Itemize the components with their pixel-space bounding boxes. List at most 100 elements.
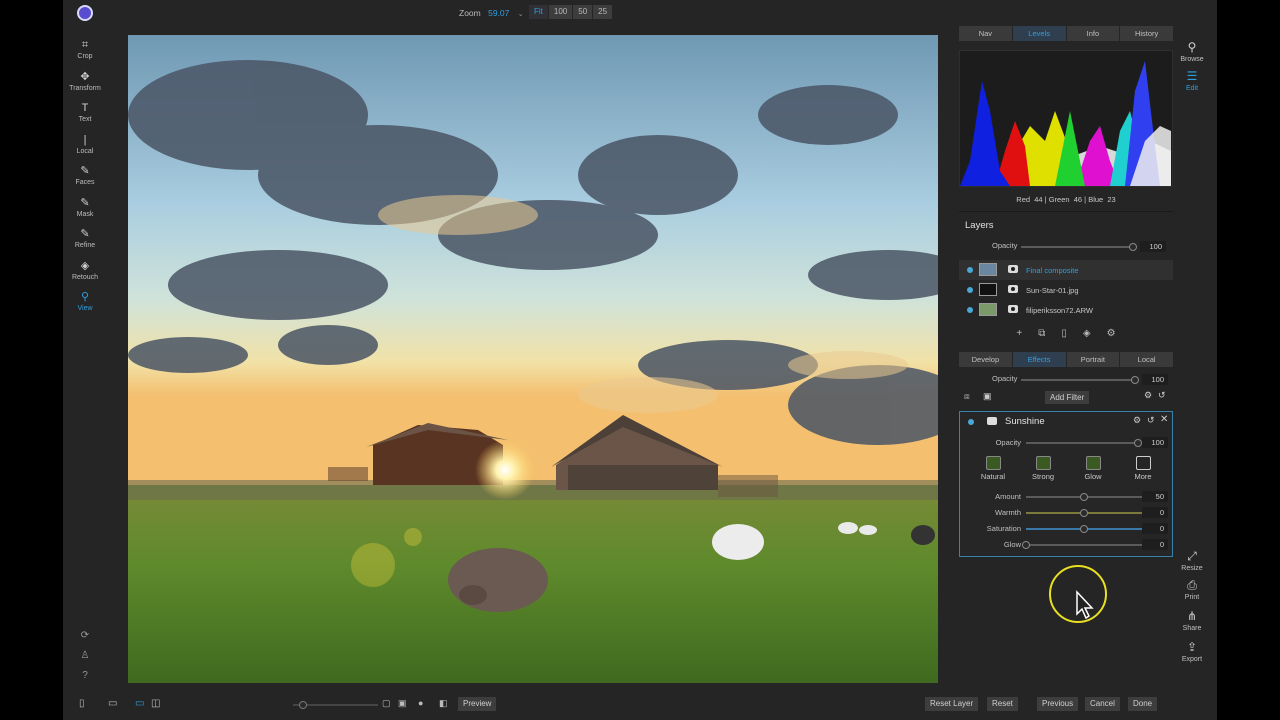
tool-crop[interactable]: ⌗ Crop [63,38,107,70]
gear-icon[interactable]: ⚙ [1144,390,1152,401]
visibility-dot-icon[interactable] [967,287,973,293]
tool-mask[interactable]: ✎ Mask [63,196,107,228]
mask-icon[interactable] [987,417,997,425]
preset-strong[interactable]: Strong [1023,456,1063,481]
single-view-icon[interactable]: ▭ [135,698,144,709]
tab-portrait[interactable]: Portrait [1066,352,1120,367]
reset-button[interactable]: Reset [987,697,1018,711]
add-layer-icon[interactable]: + [1016,328,1022,339]
visibility-dot-icon[interactable] [968,419,974,425]
cancel-button[interactable]: Cancel [1085,697,1120,711]
slider-knob[interactable] [1134,439,1142,447]
mask-view-icon[interactable]: ▢ [382,698,391,709]
tool-view[interactable]: ⚲ View [63,290,107,322]
app-logo-icon[interactable] [77,5,93,21]
visibility-dot-icon[interactable] [967,267,973,273]
circle-icon[interactable]: ● [418,698,423,708]
reset-icon[interactable]: ↺ [1158,390,1166,401]
preset-natural[interactable]: Natural [973,456,1013,481]
sync-icon[interactable]: ⟳ [77,630,93,650]
warmth-value[interactable]: 0 [1142,507,1168,518]
slider-knob[interactable] [1022,541,1030,549]
tab-effects[interactable]: Effects [1012,352,1066,367]
tab-local[interactable]: Local [1120,352,1173,367]
tab-nav[interactable]: Nav [959,26,1012,41]
preset-more[interactable]: More [1123,456,1163,481]
tool-local[interactable]: | Local [63,133,107,165]
mask-icon[interactable] [1008,305,1018,313]
effects-opacity-value[interactable]: 100 [1142,374,1168,385]
gear-icon[interactable]: ⚙ [1107,328,1116,339]
zoom-fit-button[interactable]: Fit [529,5,548,19]
panel-toggle-left-icon[interactable]: ▯ [79,698,85,709]
tool-transform[interactable]: ✥ Transform [63,70,107,102]
glow-slider[interactable] [1022,541,1142,549]
edit-button[interactable]: ☰ Edit [1177,69,1207,92]
zoom-50-button[interactable]: 50 [573,5,593,19]
browse-button[interactable]: ⚲ Browse [1177,40,1207,63]
gear-icon[interactable]: ⚙ [1133,415,1141,426]
tool-text[interactable]: T Text [63,101,107,133]
compare-icon[interactable]: ◧ [439,698,448,709]
thumbnail-size-slider[interactable] [293,701,378,709]
preset-glow[interactable]: Glow [1073,456,1113,481]
compare-view-icon[interactable]: ◫ [151,698,160,709]
layer-item[interactable]: Sun-Star-01.jpg [959,280,1173,300]
done-button[interactable]: Done [1128,697,1158,711]
chevron-down-icon[interactable]: ⌄ [518,11,524,18]
tool-faces[interactable]: ✎ Faces [63,164,107,196]
mask-icon[interactable]: ▣ [983,391,992,402]
glow-value[interactable]: 0 [1142,539,1168,550]
tab-history[interactable]: History [1120,26,1173,41]
layer-opacity-value[interactable]: 100 [1140,241,1166,252]
filter-opacity-slider[interactable] [1026,439,1142,447]
zoom-value[interactable]: 59.07 [488,8,509,18]
preview-button[interactable]: Preview [458,697,497,711]
add-filter-button[interactable]: Add Filter [1045,391,1090,404]
layer-item[interactable]: filiperiksson72.ARW [959,300,1173,320]
zoom-100-button[interactable]: 100 [548,5,573,19]
zoom-control[interactable]: Zoom 59.07 ⌄ [459,8,524,18]
warmth-slider[interactable] [1026,509,1142,517]
saturation-value[interactable]: 0 [1142,523,1168,534]
overlay-icon[interactable]: ▣ [398,698,407,709]
slider-knob[interactable] [1129,243,1137,251]
reset-layer-button[interactable]: Reset Layer [925,697,979,711]
filter-opacity-value[interactable]: 100 [1142,437,1168,448]
mask-icon[interactable] [1008,285,1018,293]
layer-opacity-slider[interactable] [1021,243,1137,251]
tool-retouch[interactable]: ◈ Retouch [63,259,107,291]
close-icon[interactable]: ✕ [1160,414,1168,425]
slider-knob[interactable] [1080,493,1088,501]
filter-mask-icon[interactable]: ⧈ [964,391,970,402]
amount-value[interactable]: 50 [1142,491,1168,502]
slider-knob[interactable] [1080,525,1088,533]
tab-develop[interactable]: Develop [959,352,1012,367]
slider-knob[interactable] [299,701,307,709]
stack-icon[interactable]: ◈ [1083,328,1091,339]
delete-layer-icon[interactable]: ▯ [1061,328,1067,339]
reset-icon[interactable]: ↺ [1147,415,1155,426]
mask-icon[interactable] [1008,265,1018,273]
saturation-slider[interactable] [1026,525,1142,533]
effects-opacity-slider[interactable] [1021,376,1139,384]
resize-button[interactable]: ⤢ Resize [1177,549,1207,572]
slider-knob[interactable] [1080,509,1088,517]
zoom-25-button[interactable]: 25 [593,5,613,19]
tab-levels[interactable]: Levels [1012,26,1066,41]
photo-canvas[interactable] [128,35,938,683]
amount-slider[interactable] [1026,493,1142,501]
tab-info[interactable]: Info [1066,26,1120,41]
export-button[interactable]: ⇪ Export [1177,640,1207,663]
previous-button[interactable]: Previous [1037,697,1079,711]
duplicate-layer-icon[interactable]: ⧉ [1038,328,1045,339]
layer-item[interactable]: Final composite [959,260,1173,280]
slider-knob[interactable] [1131,376,1139,384]
user-icon[interactable]: ♙ [77,650,93,670]
visibility-dot-icon[interactable] [967,307,973,313]
print-button[interactable]: ⎙ Print [1177,578,1207,601]
share-button[interactable]: ⋔ Share [1177,609,1207,632]
filmstrip-icon[interactable]: ▭ [108,698,117,709]
tool-refine[interactable]: ✎ Refine [63,227,107,259]
help-icon[interactable]: ? [77,670,93,690]
